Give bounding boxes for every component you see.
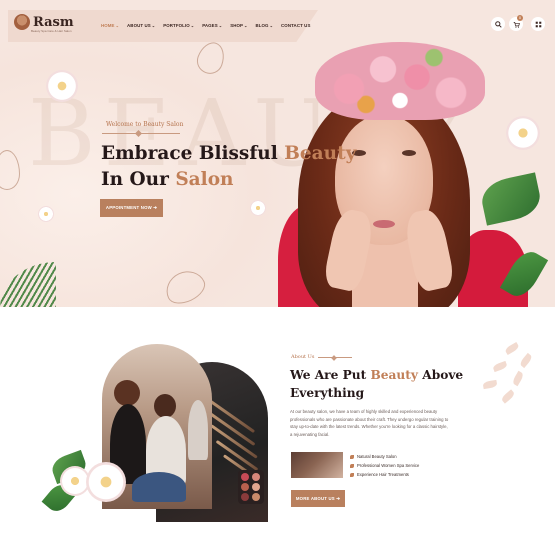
eyeshadow-palette: [238, 470, 264, 504]
lips: [373, 220, 395, 228]
flower-decoration: [46, 70, 78, 102]
feature-item: Natural Beauty Salon: [350, 452, 419, 461]
chevron-down-icon: ⌄: [151, 23, 156, 28]
flower-decoration: [38, 206, 54, 222]
about-tag: About Us: [291, 354, 315, 360]
hero-title: Embrace Blissful Beauty In Our Salon: [101, 143, 357, 190]
main-menu: HOME⌄ ABOUT US⌄ PORTFOLIO⌄ PAGES⌄ SHOP⌄ BLOG⌄…: [101, 23, 311, 28]
leaf-bullet-icon: [350, 472, 354, 477]
plumeria-flower: [86, 462, 126, 502]
hero-welcome-text: Welcome to Beauty Salon: [106, 121, 184, 128]
menu-grid-button[interactable]: [531, 17, 545, 31]
branch-decoration: [475, 335, 545, 415]
chevron-down-icon: ⌄: [269, 23, 274, 28]
about-description: At our beauty salon, we have a team of h…: [290, 409, 449, 437]
cart-icon: [513, 21, 520, 28]
eye: [402, 150, 416, 156]
about-title: We Are Put Beauty Above Everything: [290, 368, 464, 400]
feature-item: Experience Hair Treatments: [350, 470, 419, 479]
brand-tagline: Beauty Spa Care & Hair Salon: [31, 29, 72, 33]
decorative-divider: [318, 357, 352, 358]
flower-decoration: [250, 200, 266, 216]
leaf-bullet-icon: [350, 454, 354, 459]
tree-logo-icon: [14, 14, 30, 30]
nav-item-home[interactable]: HOME⌄: [101, 23, 119, 28]
decorative-divider: [102, 133, 180, 134]
brand-name: Rasm: [33, 14, 74, 30]
chevron-down-icon: ⌄: [244, 23, 248, 28]
nav-item-blog[interactable]: BLOG⌄: [255, 23, 273, 28]
search-icon: [494, 20, 502, 28]
nav-item-contact-us[interactable]: CONTACT US: [281, 23, 310, 28]
chevron-down-icon: ⌄: [218, 23, 223, 28]
nav-item-portfolio[interactable]: PORTFOLIO⌄: [163, 23, 194, 28]
search-button[interactable]: [491, 17, 505, 31]
brand-logo[interactable]: Rasm: [14, 14, 74, 30]
nav-item-shop[interactable]: SHOP⌄: [230, 23, 247, 28]
flower-crown: [315, 42, 485, 120]
feature-item: Professional Women Spa Service: [350, 461, 419, 470]
leaf-bullet-icon: [350, 463, 354, 468]
feature-list: Natural Beauty Salon Professional Women S…: [350, 452, 419, 479]
appointment-now-button[interactable]: APPOINTMENT NOW ➔: [100, 199, 163, 217]
hero-section: BEAUTY Rasm Beauty Spa Care & Hair Salon…: [0, 0, 555, 307]
chevron-down-icon: ⌄: [190, 23, 195, 28]
nav-item-about-us[interactable]: ABOUT US⌄: [127, 23, 155, 28]
green-leaf: [478, 172, 544, 226]
cart-count-badge: 0: [517, 15, 523, 21]
chevron-down-icon: ⌄: [115, 23, 120, 28]
menu-grid-icon: [535, 21, 541, 27]
salon-thumbnail-image: [291, 452, 343, 478]
nav-item-pages[interactable]: PAGES⌄: [202, 23, 222, 28]
more-about-us-button[interactable]: MORE ABOUT US ➔: [291, 490, 345, 507]
